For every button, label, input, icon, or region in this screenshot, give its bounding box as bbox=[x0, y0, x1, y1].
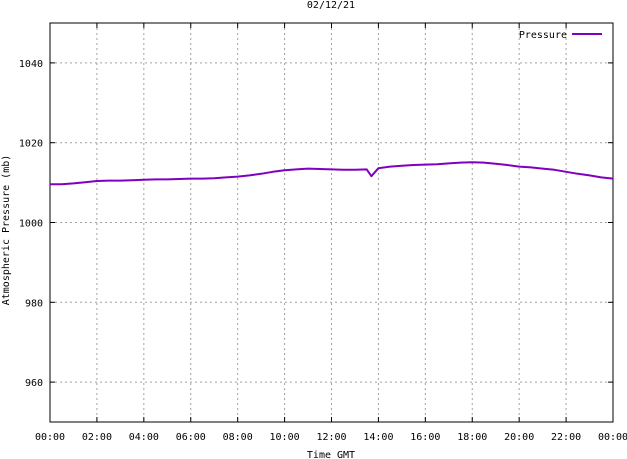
y-tick-label: 960 bbox=[25, 378, 43, 389]
x-tick-label: 04:00 bbox=[129, 432, 159, 443]
x-tick-label: 18:00 bbox=[457, 432, 487, 443]
x-tick-label: 20:00 bbox=[504, 432, 534, 443]
x-tick-label: 10:00 bbox=[270, 432, 300, 443]
y-tick-label: 1040 bbox=[19, 59, 43, 70]
legend-label: Pressure bbox=[519, 30, 567, 41]
pressure-chart: 02/12/21 00:00 02:00 04:00 06:00 08:00 10:00 1… bbox=[1, 0, 627, 459]
x-tick-label: 02:00 bbox=[82, 432, 112, 443]
chart-title: 02/12/21 bbox=[307, 0, 355, 11]
y-tick-label: 980 bbox=[25, 298, 43, 309]
x-tick-label: 00:00 bbox=[598, 432, 627, 443]
x-tick-label: 12:00 bbox=[316, 432, 346, 443]
x-tick-label: 16:00 bbox=[410, 432, 440, 443]
y-tick-label: 1020 bbox=[19, 139, 43, 150]
x-tick-label: 08:00 bbox=[223, 432, 253, 443]
legend: Pressure bbox=[519, 30, 602, 41]
y-axis-label: Atmospheric Pressure (mb) bbox=[1, 155, 12, 306]
x-tick-label: 06:00 bbox=[176, 432, 206, 443]
x-tick-label: 22:00 bbox=[551, 432, 581, 443]
y-tick-label: 1000 bbox=[19, 219, 43, 230]
x-tick-label: 14:00 bbox=[363, 432, 393, 443]
x-axis-label: Time GMT bbox=[307, 450, 355, 459]
grid-layer bbox=[50, 23, 613, 422]
ticks-layer: 00:00 02:00 04:00 06:00 08:00 10:00 12:00 14:00… bbox=[19, 23, 627, 443]
x-tick-label: 00:00 bbox=[35, 432, 65, 443]
